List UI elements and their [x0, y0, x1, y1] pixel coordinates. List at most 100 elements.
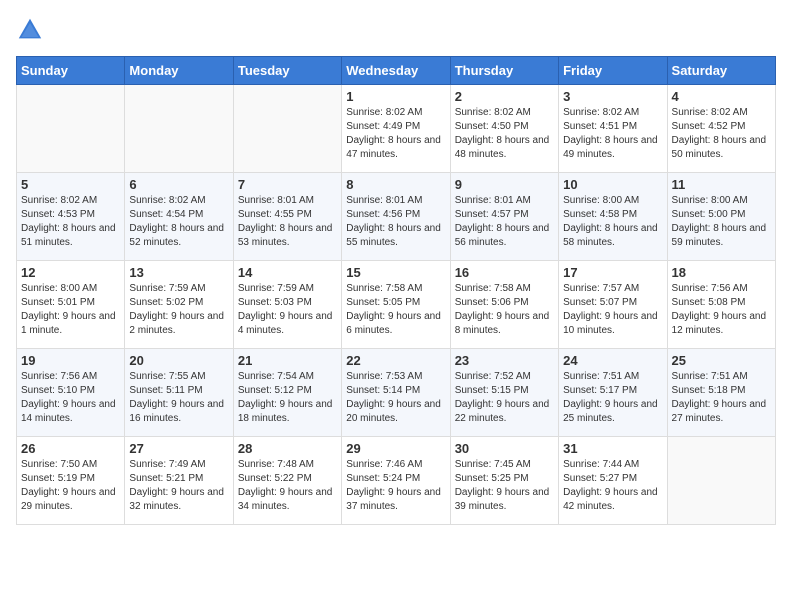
day-number: 10	[563, 177, 662, 192]
header-saturday: Saturday	[667, 57, 775, 85]
logo-icon	[16, 16, 44, 44]
day-info: Sunrise: 8:00 AM Sunset: 5:00 PM Dayligh…	[672, 194, 771, 250]
calendar-cell: 15 Sunrise: 7:58 AM Sunset: 5:05 PM Dayli…	[342, 261, 450, 349]
day-info: Sunrise: 8:01 AM Sunset: 4:55 PM Dayligh…	[238, 194, 337, 250]
day-info: Sunrise: 7:49 AM Sunset: 5:21 PM Dayligh…	[129, 458, 228, 514]
day-info: Sunrise: 7:46 AM Sunset: 5:24 PM Dayligh…	[346, 458, 445, 514]
day-number: 17	[563, 265, 662, 280]
day-info: Sunrise: 8:00 AM Sunset: 4:58 PM Dayligh…	[563, 194, 662, 250]
day-number: 6	[129, 177, 228, 192]
calendar-cell: 31 Sunrise: 7:44 AM Sunset: 5:27 PM Dayli…	[559, 437, 667, 525]
calendar-cell: 24 Sunrise: 7:51 AM Sunset: 5:17 PM Dayli…	[559, 349, 667, 437]
logo	[16, 16, 46, 44]
day-info: Sunrise: 7:51 AM Sunset: 5:17 PM Dayligh…	[563, 370, 662, 426]
day-number: 8	[346, 177, 445, 192]
day-info: Sunrise: 8:02 AM Sunset: 4:51 PM Dayligh…	[563, 106, 662, 162]
day-info: Sunrise: 8:01 AM Sunset: 4:57 PM Dayligh…	[455, 194, 554, 250]
day-number: 18	[672, 265, 771, 280]
calendar-cell: 13Sunrise: 7:59 AM Sunset: 5:02 PM Dayli…	[125, 261, 233, 349]
day-info: Sunrise: 7:59 AM Sunset: 5:03 PM Dayligh…	[238, 282, 337, 338]
day-info: Sunrise: 7:58 AM Sunset: 5:05 PM Dayligh…	[346, 282, 445, 338]
day-info: Sunrise: 7:57 AM Sunset: 5:07 PM Dayligh…	[563, 282, 662, 338]
day-info: Sunrise: 8:00 AM Sunset: 5:01 PM Dayligh…	[21, 282, 120, 338]
day-info: Sunrise: 7:54 AM Sunset: 5:12 PM Dayligh…	[238, 370, 337, 426]
calendar-week-row: 19 Sunrise: 7:56 AM Sunset: 5:10 PM Dayli…	[17, 349, 776, 437]
calendar-cell: 19 Sunrise: 7:56 AM Sunset: 5:10 PM Dayli…	[17, 349, 125, 437]
header-monday: Monday	[125, 57, 233, 85]
page-header	[16, 16, 776, 44]
calendar-cell: 9 Sunrise: 8:01 AM Sunset: 4:57 PM Daylig…	[450, 173, 558, 261]
calendar-cell: 27Sunrise: 7:49 AM Sunset: 5:21 PM Dayli…	[125, 437, 233, 525]
calendar-cell: 23 Sunrise: 7:52 AM Sunset: 5:15 PM Dayli…	[450, 349, 558, 437]
calendar-cell: 16 Sunrise: 7:58 AM Sunset: 5:06 PM Dayli…	[450, 261, 558, 349]
day-info: Sunrise: 8:02 AM Sunset: 4:52 PM Dayligh…	[672, 106, 771, 162]
calendar-week-row: 26Sunrise: 7:50 AM Sunset: 5:19 PM Dayli…	[17, 437, 776, 525]
day-info: Sunrise: 7:51 AM Sunset: 5:18 PM Dayligh…	[672, 370, 771, 426]
calendar-cell: 20Sunrise: 7:55 AM Sunset: 5:11 PM Dayli…	[125, 349, 233, 437]
day-info: Sunrise: 7:58 AM Sunset: 5:06 PM Dayligh…	[455, 282, 554, 338]
day-number: 7	[238, 177, 337, 192]
day-info: Sunrise: 7:56 AM Sunset: 5:08 PM Dayligh…	[672, 282, 771, 338]
day-info: Sunrise: 7:44 AM Sunset: 5:27 PM Dayligh…	[563, 458, 662, 514]
calendar-cell: 2 Sunrise: 8:02 AM Sunset: 4:50 PM Daylig…	[450, 85, 558, 173]
calendar-cell: 12Sunrise: 8:00 AM Sunset: 5:01 PM Dayli…	[17, 261, 125, 349]
day-number: 23	[455, 353, 554, 368]
calendar-cell	[667, 437, 775, 525]
calendar-cell	[17, 85, 125, 173]
header-friday: Friday	[559, 57, 667, 85]
header-tuesday: Tuesday	[233, 57, 341, 85]
day-number: 16	[455, 265, 554, 280]
day-info: Sunrise: 7:52 AM Sunset: 5:15 PM Dayligh…	[455, 370, 554, 426]
day-number: 24	[563, 353, 662, 368]
calendar-cell: 4Sunrise: 8:02 AM Sunset: 4:52 PM Daylig…	[667, 85, 775, 173]
calendar-cell: 28 Sunrise: 7:48 AM Sunset: 5:22 PM Dayli…	[233, 437, 341, 525]
day-number: 3	[563, 89, 662, 104]
day-number: 28	[238, 441, 337, 456]
day-info: Sunrise: 8:01 AM Sunset: 4:56 PM Dayligh…	[346, 194, 445, 250]
day-number: 14	[238, 265, 337, 280]
calendar-cell	[233, 85, 341, 173]
day-number: 21	[238, 353, 337, 368]
calendar-header-row: SundayMondayTuesdayWednesdayThursdayFrid…	[17, 57, 776, 85]
calendar-cell: 22Sunrise: 7:53 AM Sunset: 5:14 PM Dayli…	[342, 349, 450, 437]
calendar-cell: 7 Sunrise: 8:01 AM Sunset: 4:55 PM Daylig…	[233, 173, 341, 261]
day-info: Sunrise: 7:48 AM Sunset: 5:22 PM Dayligh…	[238, 458, 337, 514]
day-number: 31	[563, 441, 662, 456]
day-info: Sunrise: 8:02 AM Sunset: 4:54 PM Dayligh…	[129, 194, 228, 250]
day-number: 19	[21, 353, 120, 368]
calendar-week-row: 5 Sunrise: 8:02 AM Sunset: 4:53 PM Daylig…	[17, 173, 776, 261]
day-number: 15	[346, 265, 445, 280]
calendar-cell: 5 Sunrise: 8:02 AM Sunset: 4:53 PM Daylig…	[17, 173, 125, 261]
calendar-cell: 1 Sunrise: 8:02 AM Sunset: 4:49 PM Daylig…	[342, 85, 450, 173]
calendar-cell: 26Sunrise: 7:50 AM Sunset: 5:19 PM Dayli…	[17, 437, 125, 525]
calendar-cell: 10 Sunrise: 8:00 AM Sunset: 4:58 PM Dayli…	[559, 173, 667, 261]
calendar-cell: 11Sunrise: 8:00 AM Sunset: 5:00 PM Dayli…	[667, 173, 775, 261]
header-wednesday: Wednesday	[342, 57, 450, 85]
calendar-cell: 8 Sunrise: 8:01 AM Sunset: 4:56 PM Daylig…	[342, 173, 450, 261]
calendar-cell: 17 Sunrise: 7:57 AM Sunset: 5:07 PM Dayli…	[559, 261, 667, 349]
day-info: Sunrise: 7:50 AM Sunset: 5:19 PM Dayligh…	[21, 458, 120, 514]
calendar-cell: 3 Sunrise: 8:02 AM Sunset: 4:51 PM Daylig…	[559, 85, 667, 173]
day-number: 9	[455, 177, 554, 192]
calendar-cell: 29Sunrise: 7:46 AM Sunset: 5:24 PM Dayli…	[342, 437, 450, 525]
calendar-cell: 18 Sunrise: 7:56 AM Sunset: 5:08 PM Dayli…	[667, 261, 775, 349]
day-info: Sunrise: 8:02 AM Sunset: 4:50 PM Dayligh…	[455, 106, 554, 162]
calendar-cell: 25 Sunrise: 7:51 AM Sunset: 5:18 PM Dayli…	[667, 349, 775, 437]
calendar-table: SundayMondayTuesdayWednesdayThursdayFrid…	[16, 56, 776, 525]
day-number: 1	[346, 89, 445, 104]
calendar-week-row: 1 Sunrise: 8:02 AM Sunset: 4:49 PM Daylig…	[17, 85, 776, 173]
day-info: Sunrise: 7:56 AM Sunset: 5:10 PM Dayligh…	[21, 370, 120, 426]
day-number: 5	[21, 177, 120, 192]
day-info: Sunrise: 8:02 AM Sunset: 4:53 PM Dayligh…	[21, 194, 120, 250]
header-thursday: Thursday	[450, 57, 558, 85]
day-info: Sunrise: 7:53 AM Sunset: 5:14 PM Dayligh…	[346, 370, 445, 426]
day-number: 2	[455, 89, 554, 104]
calendar-cell: 14 Sunrise: 7:59 AM Sunset: 5:03 PM Dayli…	[233, 261, 341, 349]
day-number: 25	[672, 353, 771, 368]
header-sunday: Sunday	[17, 57, 125, 85]
day-number: 30	[455, 441, 554, 456]
calendar-week-row: 12Sunrise: 8:00 AM Sunset: 5:01 PM Dayli…	[17, 261, 776, 349]
day-info: Sunrise: 8:02 AM Sunset: 4:49 PM Dayligh…	[346, 106, 445, 162]
calendar-cell	[125, 85, 233, 173]
calendar-cell: 21 Sunrise: 7:54 AM Sunset: 5:12 PM Dayli…	[233, 349, 341, 437]
